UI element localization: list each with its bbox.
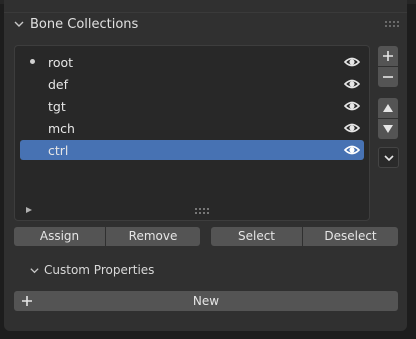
drag-grip-icon[interactable]	[385, 20, 399, 30]
new-label: New	[192, 294, 220, 308]
move-up-button[interactable]	[378, 98, 398, 118]
chevron-down-icon	[14, 21, 24, 27]
panel-header[interactable]: Bone Collections	[4, 12, 407, 39]
eye-icon[interactable]	[344, 121, 360, 135]
active-dot-icon	[30, 59, 35, 64]
add-collection-button[interactable]	[378, 46, 398, 66]
list-item[interactable]: mch	[20, 118, 364, 138]
minus-icon	[383, 76, 393, 78]
triangle-up-icon	[383, 104, 393, 112]
new-property-button[interactable]: New	[14, 291, 398, 311]
list-item-selected[interactable]: ctrl	[20, 140, 364, 160]
collection-name: ctrl	[48, 143, 69, 158]
eye-icon[interactable]	[344, 55, 360, 69]
collection-name: root	[48, 55, 74, 70]
custom-properties-header[interactable]: Custom Properties	[14, 260, 404, 282]
subpanel-title: Custom Properties	[44, 263, 155, 277]
plus-icon	[383, 51, 393, 61]
specials-menu-button[interactable]	[378, 147, 399, 168]
chevron-down-icon	[384, 155, 394, 162]
filter-expand-icon[interactable]	[25, 206, 33, 214]
deselect-button[interactable]: Deselect	[303, 227, 398, 246]
panel-title: Bone Collections	[30, 17, 139, 32]
assign-button[interactable]: Assign	[14, 227, 105, 246]
remove-button[interactable]: Remove	[106, 227, 200, 246]
move-down-button[interactable]	[378, 119, 398, 139]
chevron-down-icon	[30, 268, 39, 274]
triangle-down-icon	[383, 125, 393, 133]
list-item[interactable]: tgt	[20, 96, 364, 116]
eye-icon[interactable]	[344, 99, 360, 113]
collection-name: mch	[48, 121, 75, 136]
collection-name: tgt	[48, 99, 66, 114]
list-item[interactable]: root	[20, 52, 364, 72]
eye-icon[interactable]	[344, 143, 360, 157]
resize-grip-icon[interactable]	[195, 208, 209, 214]
collection-name: def	[48, 77, 69, 92]
remove-collection-button[interactable]	[378, 67, 398, 87]
bone-collection-list[interactable]: root def tgt mch ctrl	[14, 45, 370, 221]
list-item[interactable]: def	[20, 74, 364, 94]
select-button[interactable]: Select	[211, 227, 302, 246]
eye-icon[interactable]	[344, 77, 360, 91]
